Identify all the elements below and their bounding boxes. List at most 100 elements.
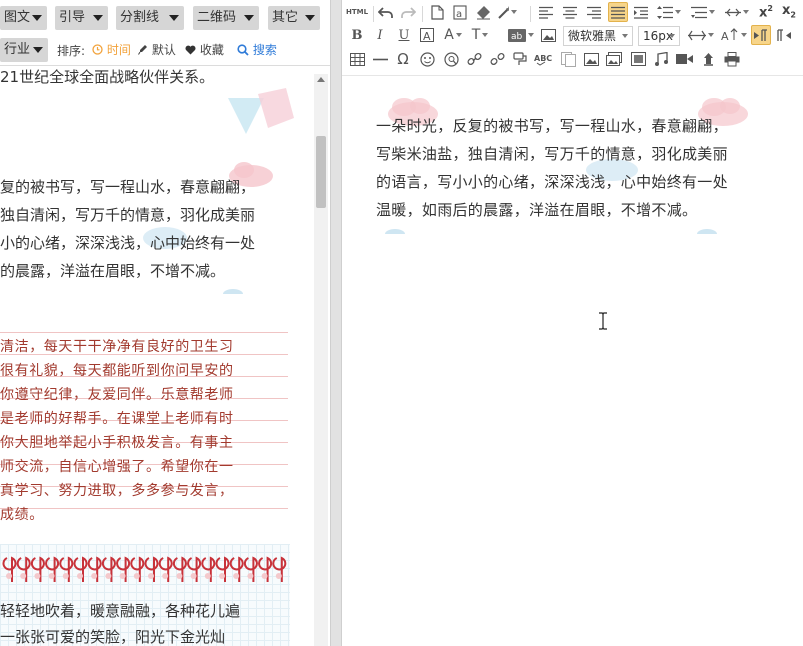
article-body[interactable]: 一朵时光，反复的被书写，写一程山水，春意翩翩， 写柴米油盐，独自清闲，写万千的情… <box>376 112 776 224</box>
gallery-icon[interactable] <box>604 49 624 69</box>
category-label: 图文 <box>4 10 31 25</box>
sort-time-option[interactable]: 时间 <box>92 41 131 58</box>
template-snippet-line: 独自清闲，写万千的情意，羽化成美丽 <box>0 206 256 224</box>
notebook-hole <box>34 573 41 579</box>
notebook-hole <box>219 573 225 579</box>
table-icon[interactable] <box>347 49 367 69</box>
scrollbar-thumb[interactable] <box>316 136 326 208</box>
font-family-select[interactable]: 微软雅黑 <box>563 26 633 46</box>
list-ordered-icon[interactable] <box>722 2 752 22</box>
scroll-up-arrow-icon[interactable] <box>317 77 325 82</box>
notebook-hole <box>176 573 183 579</box>
insert-image-icon[interactable] <box>628 49 648 69</box>
unlink-icon[interactable] <box>487 49 507 69</box>
music-icon[interactable] <box>651 49 671 69</box>
notebook-hole <box>105 573 112 579</box>
redo-icon[interactable] <box>398 2 418 22</box>
sort-option-label: 收藏 <box>199 43 224 57</box>
template-icon[interactable] <box>558 49 578 69</box>
emotion-icon[interactable] <box>417 49 437 69</box>
undo-icon[interactable] <box>376 2 396 22</box>
panel-splitter[interactable] <box>330 0 342 646</box>
category-tuwen-button[interactable]: 图文 <box>0 6 47 30</box>
search-icon <box>237 44 249 56</box>
notebook-hole <box>275 573 282 579</box>
horizontal-rule-icon[interactable] <box>370 49 390 69</box>
category-industry-button[interactable]: 行业 <box>0 38 48 62</box>
attachment-icon[interactable] <box>698 49 718 69</box>
notebook-rings-decor <box>2 556 287 582</box>
print-icon[interactable] <box>722 49 742 69</box>
subscript-icon[interactable]: x2 <box>779 2 799 22</box>
notebook-hole <box>62 573 69 579</box>
align-left-icon[interactable] <box>536 2 556 22</box>
chevron-down-icon <box>169 15 179 21</box>
template-snippet-line: 一张张可爱的笑脸，阳光下金光灿 <box>0 628 226 646</box>
sort-default-option[interactable]: 默认 <box>138 41 176 58</box>
italic-icon[interactable]: I <box>370 25 390 45</box>
ltr-icon[interactable] <box>774 25 794 45</box>
template-snippet-line: 是老师的好帮手。在课堂上老师有时 <box>0 411 234 427</box>
superscript-icon[interactable]: x2 <box>756 2 776 22</box>
font-color-icon[interactable]: A <box>440 25 466 45</box>
chevron-down-icon <box>528 33 534 37</box>
article-line: 温暖，如雨后的晨露，洋溢在眉眼，不增不减。 <box>376 201 698 219</box>
template-search-button[interactable]: 搜索 <box>237 41 277 58</box>
chevron-down-icon <box>32 15 42 21</box>
align-center-icon[interactable] <box>560 2 580 22</box>
link-icon[interactable] <box>464 49 484 69</box>
brush-icon[interactable] <box>510 49 530 69</box>
picture-icon[interactable] <box>581 49 601 69</box>
case-icon[interactable]: A <box>720 25 748 45</box>
category-qrcode-button[interactable]: 二维码 <box>193 6 259 30</box>
underline-icon[interactable]: U <box>394 25 414 45</box>
template-snippet-line: 你大胆地举起小手积极发言。有事主 <box>0 435 234 451</box>
template-category-bar: 图文 引导 分割线 二维码 其它 行业 排序: 时间 默认 收藏 搜索 <box>0 0 330 66</box>
new-doc-icon[interactable] <box>427 2 447 22</box>
notebook-hole <box>261 573 268 579</box>
chevron-down-icon <box>622 34 628 38</box>
decor-dot-left <box>385 229 405 234</box>
clear-format-icon[interactable] <box>473 2 493 22</box>
editor-content-area[interactable]: 一朵时光，反复的被书写，写一程山水，春意翩翩， 写柴米油盐，独自清闲，写万千的情… <box>342 76 803 646</box>
paragraph-spacing-icon[interactable] <box>688 2 718 22</box>
chevron-down-icon <box>455 33 462 37</box>
magic-icon[interactable] <box>497 2 517 22</box>
search-label: 搜索 <box>252 43 277 57</box>
category-yindao-button[interactable]: 引导 <box>55 6 108 30</box>
template-snippet-top: 21世纪全球全面战略伙伴关系。 <box>0 68 215 86</box>
category-label: 行业 <box>4 42 31 57</box>
spellcheck-icon[interactable]: ABC <box>533 49 555 69</box>
spacing-icon[interactable] <box>686 25 716 45</box>
map-icon[interactable] <box>441 49 461 69</box>
template-list[interactable]: 21世纪全球全面战略伙伴关系。 复的被书写，写一程山水，春意翩翩， 独自清闲，写… <box>0 66 330 646</box>
background-color-icon[interactable]: ab <box>507 25 535 45</box>
template-scrollbar[interactable] <box>314 74 328 646</box>
sort-favorite-option[interactable]: 收藏 <box>185 41 224 58</box>
format-icon[interactable]: a <box>450 2 470 22</box>
category-divider-button[interactable]: 分割线 <box>116 6 184 30</box>
toolbar-separator <box>422 6 423 22</box>
text-shadow-icon[interactable]: T <box>467 25 493 45</box>
font-border-icon[interactable]: A <box>417 25 437 45</box>
line-height-icon[interactable] <box>654 2 684 22</box>
article-line: 写柴米油盐，独自清闲，写万千的情意，羽化成美丽 <box>376 145 728 163</box>
bold-icon[interactable]: B <box>347 25 367 45</box>
notebook-hole <box>204 573 211 579</box>
image-icon[interactable] <box>538 25 558 45</box>
chevron-down-icon <box>743 10 749 14</box>
notebook-hole <box>162 573 169 579</box>
align-right-icon[interactable] <box>584 2 604 22</box>
toolbar-row-2: B I U A A T ab 微软雅黑 16px A <box>342 25 803 49</box>
indent-icon[interactable] <box>632 2 652 22</box>
notebook-hole <box>77 573 83 579</box>
video-icon[interactable] <box>674 49 694 69</box>
omega-icon[interactable]: Ω <box>393 49 413 69</box>
rtl-icon[interactable] <box>751 25 771 45</box>
template-panel: 21世纪全球全面战略伙伴关系。 复的被书写，写一程山水，春意翩翩， 独自清闲，写… <box>0 0 330 646</box>
justify-icon[interactable] <box>608 2 628 22</box>
font-size-select[interactable]: 16px <box>638 26 680 46</box>
category-other-button[interactable]: 其它 <box>268 6 320 30</box>
toolbar-separator <box>373 6 374 22</box>
html-icon[interactable]: HTML <box>345 2 369 22</box>
